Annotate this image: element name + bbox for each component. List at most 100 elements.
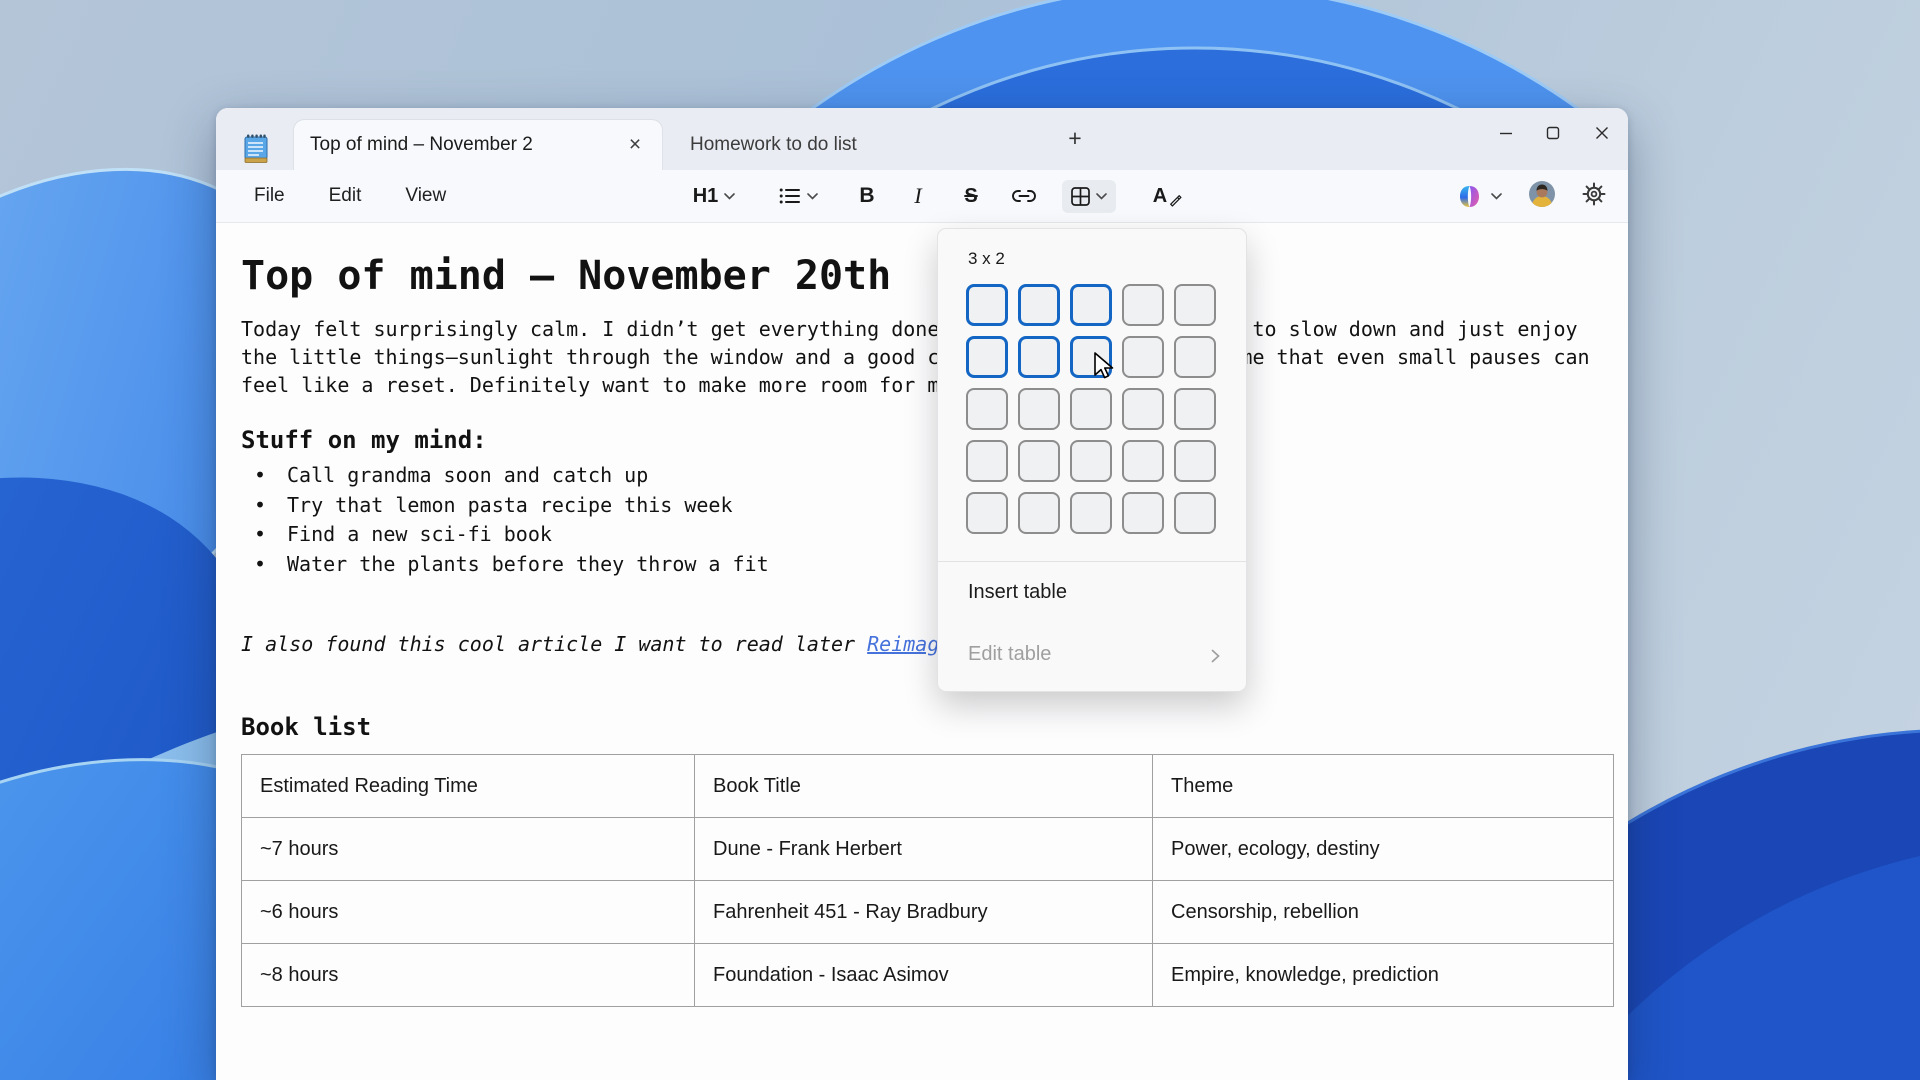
list-heading: Stuff on my mind: bbox=[241, 425, 1614, 455]
insert-table-item[interactable]: Insert table bbox=[968, 581, 1067, 604]
notepad-app-icon bbox=[244, 134, 268, 164]
table-cell[interactable]: Empire, knowledge, prediction bbox=[1153, 944, 1614, 1007]
tab-close-icon[interactable]: × bbox=[622, 132, 648, 158]
grid-cell-1x3[interactable] bbox=[966, 388, 1008, 430]
tab-bar: Top of mind – November 2 × Homework to d… bbox=[216, 108, 1628, 170]
tab-homework[interactable]: Homework to do list bbox=[668, 120, 888, 170]
heading-style-button[interactable]: H1 bbox=[686, 170, 742, 222]
minimize-button[interactable] bbox=[1482, 108, 1529, 158]
grid-cell-3x1[interactable] bbox=[1070, 284, 1112, 326]
table-cell[interactable]: Power, ecology, destiny bbox=[1153, 818, 1614, 881]
grid-cell-4x3[interactable] bbox=[1122, 388, 1164, 430]
close-button[interactable] bbox=[1576, 108, 1628, 158]
chevron-down-icon bbox=[1491, 193, 1502, 200]
italic-button[interactable]: I bbox=[906, 170, 930, 222]
grid-cell-2x3[interactable] bbox=[1018, 388, 1060, 430]
copilot-icon bbox=[1456, 184, 1483, 209]
table-cell[interactable]: Censorship, rebellion bbox=[1153, 881, 1614, 944]
note-text: I also found this cool article I want to… bbox=[241, 632, 867, 656]
article-link[interactable]: Reimag bbox=[867, 632, 939, 656]
document-area[interactable]: Top of mind – November 20th Today felt s… bbox=[216, 223, 1628, 1080]
grid-cell-5x2[interactable] bbox=[1174, 336, 1216, 378]
table-cell[interactable]: Foundation - Isaac Asimov bbox=[695, 944, 1153, 1007]
table-row: ~6 hoursFahrenheit 451 - Ray BradburyCen… bbox=[242, 881, 1614, 944]
clear-format-label: A bbox=[1153, 185, 1167, 208]
pencil-icon bbox=[1169, 194, 1183, 208]
paragraph-line: feel like a reset. Definitely want to ma… bbox=[241, 371, 1614, 399]
grid-cell-5x1[interactable] bbox=[1174, 284, 1216, 326]
journal-paragraph: Today felt surprisingly calm. I didn’t g… bbox=[241, 315, 1614, 399]
grid-cell-1x1[interactable] bbox=[966, 284, 1008, 326]
grid-cell-1x4[interactable] bbox=[966, 440, 1008, 482]
notepad-window: Top of mind – November 2 × Homework to d… bbox=[216, 108, 1628, 1080]
menu-bar: File Edit View bbox=[252, 170, 448, 222]
chevron-down-icon bbox=[1096, 193, 1107, 200]
table-cell[interactable]: ~8 hours bbox=[242, 944, 695, 1007]
bold-button[interactable]: B bbox=[852, 170, 882, 222]
mouse-cursor bbox=[1093, 352, 1119, 382]
grid-cell-4x5[interactable] bbox=[1122, 492, 1164, 534]
menu-divider bbox=[938, 561, 1246, 562]
grid-cell-4x2[interactable] bbox=[1122, 336, 1164, 378]
list-item: Try that lemon pasta recipe this week bbox=[241, 491, 1614, 521]
bullet-list-icon bbox=[779, 187, 801, 205]
link-icon bbox=[1011, 189, 1037, 203]
gear-icon bbox=[1582, 182, 1606, 206]
grid-cell-5x5[interactable] bbox=[1174, 492, 1216, 534]
list-item: Water the plants before they throw a fit bbox=[241, 550, 1614, 580]
grid-cell-4x1[interactable] bbox=[1122, 284, 1164, 326]
strikethrough-button[interactable]: S bbox=[956, 170, 986, 222]
tab-title: Homework to do list bbox=[690, 134, 857, 156]
table-size-grid bbox=[966, 284, 1216, 534]
table-icon bbox=[1071, 187, 1090, 206]
table-size-label: 3 x 2 bbox=[968, 249, 1246, 269]
grid-cell-3x3[interactable] bbox=[1070, 388, 1112, 430]
list-item: Call grandma soon and catch up bbox=[241, 461, 1614, 491]
list-button[interactable] bbox=[772, 170, 824, 222]
grid-cell-1x5[interactable] bbox=[966, 492, 1008, 534]
grid-cell-5x3[interactable] bbox=[1174, 388, 1216, 430]
heading-style-label: H1 bbox=[693, 185, 719, 208]
edit-table-item: Edit table bbox=[968, 643, 1051, 666]
grid-cell-2x4[interactable] bbox=[1018, 440, 1060, 482]
table-cell[interactable]: ~6 hours bbox=[242, 881, 695, 944]
menu-edit[interactable]: Edit bbox=[327, 181, 364, 211]
grid-cell-2x1[interactable] bbox=[1018, 284, 1060, 326]
table-cell[interactable]: Dune - Frank Herbert bbox=[695, 818, 1153, 881]
grid-cell-4x4[interactable] bbox=[1122, 440, 1164, 482]
settings-button[interactable] bbox=[1582, 182, 1606, 211]
chevron-down-icon bbox=[724, 193, 735, 200]
new-tab-button[interactable]: + bbox=[1058, 122, 1092, 156]
window-controls bbox=[1482, 108, 1628, 158]
table-header-cell[interactable]: Book Title bbox=[695, 755, 1153, 818]
book-list-heading: Book list bbox=[241, 711, 1614, 744]
table-button[interactable] bbox=[1058, 170, 1120, 222]
tab-top-of-mind[interactable]: Top of mind – November 2 × bbox=[294, 120, 662, 170]
mind-list: Call grandma soon and catch upTry that l… bbox=[241, 461, 1614, 579]
grid-cell-3x5[interactable] bbox=[1070, 492, 1112, 534]
menu-file[interactable]: File bbox=[252, 181, 287, 211]
grid-cell-3x4[interactable] bbox=[1070, 440, 1112, 482]
account-avatar[interactable] bbox=[1528, 180, 1556, 213]
maximize-button[interactable] bbox=[1529, 108, 1576, 158]
article-note: I also found this cool article I want to… bbox=[241, 629, 1614, 659]
grid-cell-5x4[interactable] bbox=[1174, 440, 1216, 482]
document-title: Top of mind – November 20th bbox=[241, 251, 1614, 301]
menu-view[interactable]: View bbox=[403, 181, 448, 211]
table-header-cell[interactable]: Theme bbox=[1153, 755, 1614, 818]
table-row: ~8 hoursFoundation - Isaac AsimovEmpire,… bbox=[242, 944, 1614, 1007]
book-table: Estimated Reading TimeBook TitleTheme ~7… bbox=[241, 754, 1614, 1007]
table-header-row: Estimated Reading TimeBook TitleTheme bbox=[242, 755, 1614, 818]
copilot-button[interactable] bbox=[1456, 184, 1502, 209]
table-cell[interactable]: ~7 hours bbox=[242, 818, 695, 881]
tab-title: Top of mind – November 2 bbox=[310, 134, 533, 156]
link-button[interactable] bbox=[1004, 170, 1044, 222]
chevron-down-icon bbox=[807, 193, 818, 200]
grid-cell-2x5[interactable] bbox=[1018, 492, 1060, 534]
grid-cell-2x2[interactable] bbox=[1018, 336, 1060, 378]
grid-cell-1x2[interactable] bbox=[966, 336, 1008, 378]
table-header-cell[interactable]: Estimated Reading Time bbox=[242, 755, 695, 818]
clear-formatting-button[interactable]: A bbox=[1148, 170, 1188, 222]
table-row: ~7 hoursDune - Frank HerbertPower, ecolo… bbox=[242, 818, 1614, 881]
table-cell[interactable]: Fahrenheit 451 - Ray Bradbury bbox=[695, 881, 1153, 944]
